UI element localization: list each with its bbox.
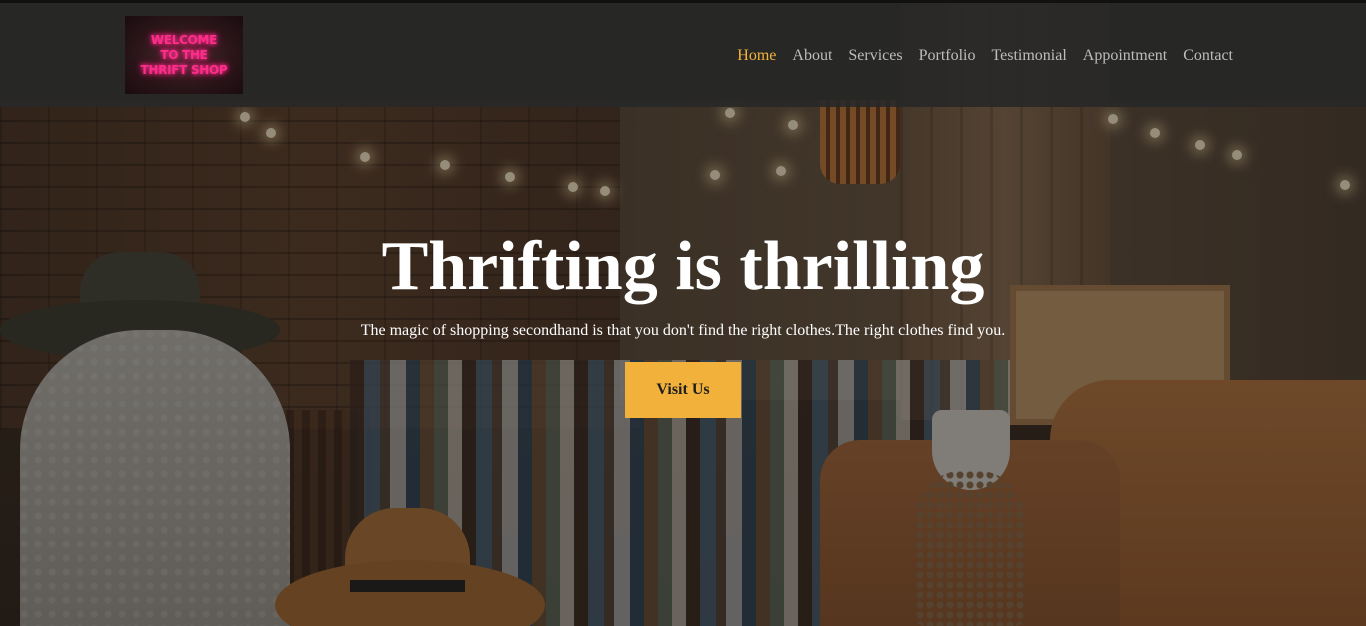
nav-portfolio[interactable]: Portfolio [919, 47, 976, 65]
nav-home[interactable]: Home [737, 47, 776, 65]
logo-line: THRIFT SHOP [140, 62, 228, 77]
hero-subtitle: The magic of shopping secondhand is that… [360, 322, 1006, 339]
nav-about[interactable]: About [792, 47, 832, 65]
nav-testimonial[interactable]: Testimonial [991, 47, 1066, 65]
site-header: WELCOME TO THE THRIFT SHOP Home About Se… [0, 3, 1366, 107]
hero-title: Thrifting is thrilling [381, 228, 985, 305]
logo-line: TO THE [160, 47, 208, 62]
nav-services[interactable]: Services [848, 47, 902, 65]
logo-line: WELCOME [150, 32, 218, 47]
logo[interactable]: WELCOME TO THE THRIFT SHOP [125, 16, 243, 94]
main-nav: Home About Services Portfolio Testimonia… [737, 47, 1233, 65]
nav-appointment[interactable]: Appointment [1083, 47, 1167, 65]
nav-contact[interactable]: Contact [1183, 47, 1233, 65]
visit-us-button[interactable]: Visit Us [625, 362, 741, 418]
